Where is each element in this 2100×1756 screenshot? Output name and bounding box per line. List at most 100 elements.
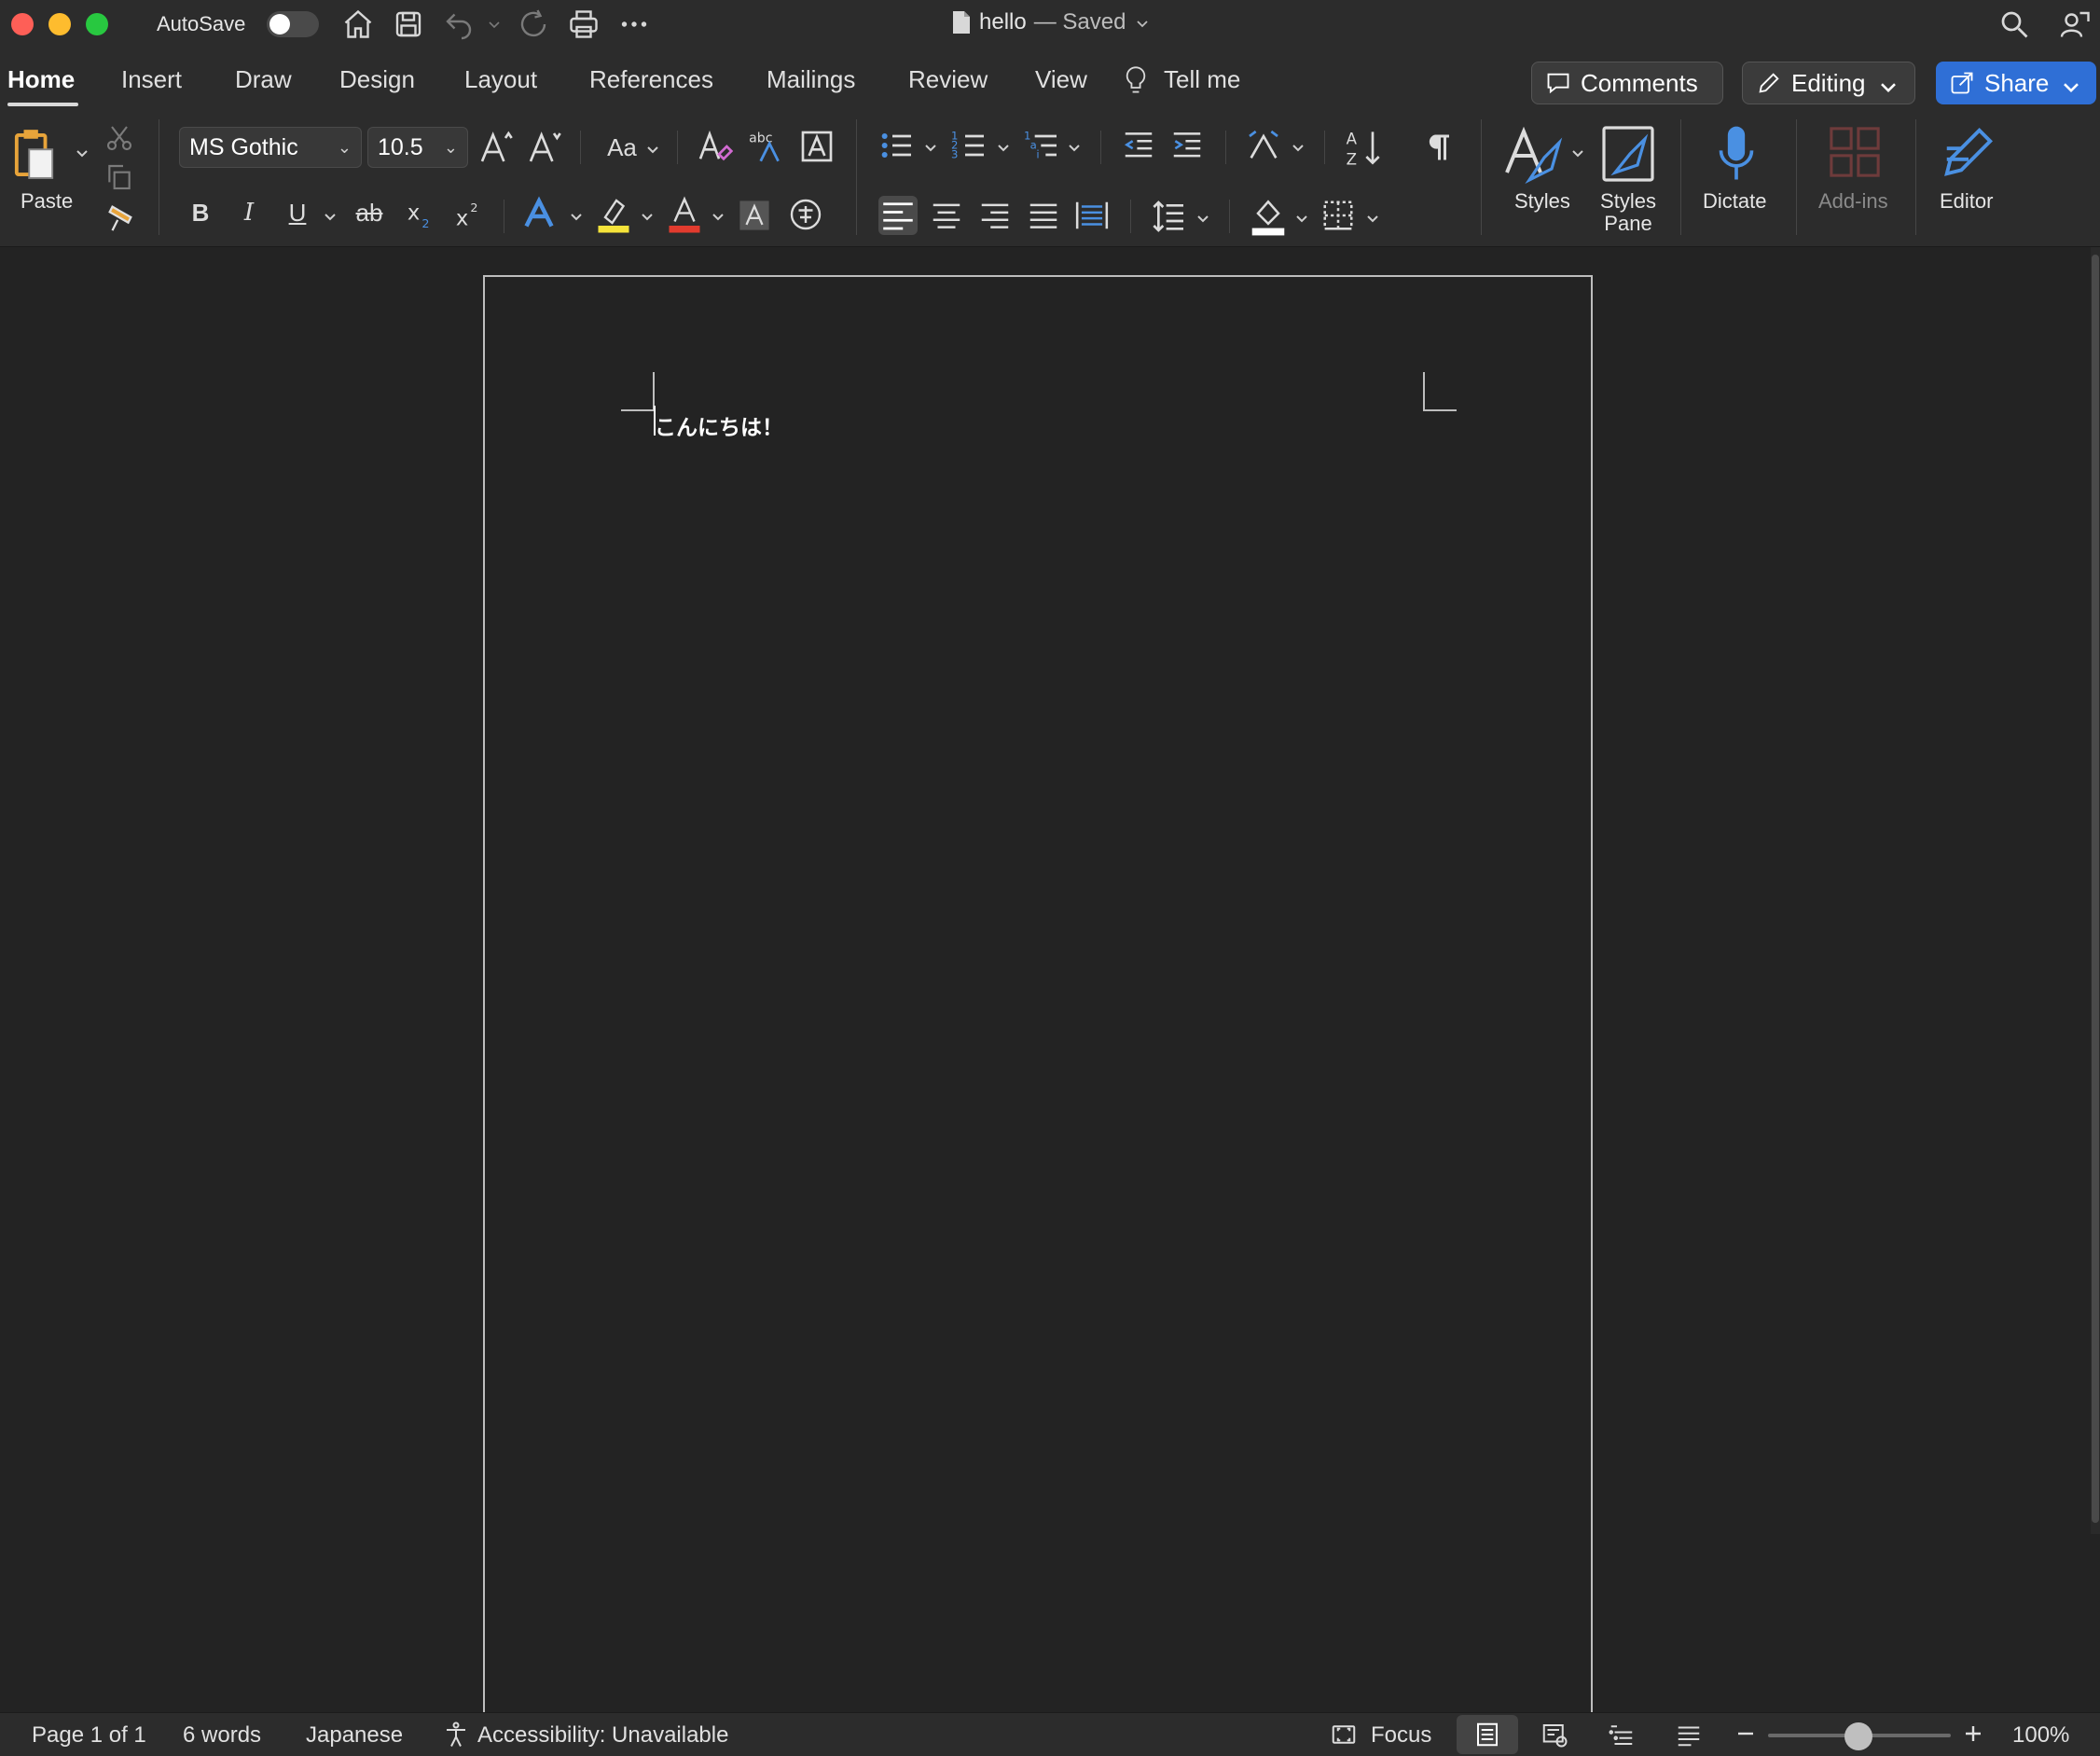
- line-spacing-icon[interactable]: [1151, 198, 1188, 235]
- decrease-indent-icon[interactable]: [1121, 127, 1156, 164]
- character-border-icon[interactable]: [798, 127, 836, 166]
- multilevel-chevron-down-icon[interactable]: [1065, 138, 1084, 157]
- microphone-icon[interactable]: [1716, 121, 1757, 187]
- document-canvas[interactable]: こんにちは！: [0, 247, 2100, 1730]
- comments-button[interactable]: Comments: [1531, 62, 1723, 104]
- change-case-button[interactable]: Aa: [601, 131, 643, 164]
- bullets-icon[interactable]: [878, 127, 916, 164]
- font-size-dropdown[interactable]: 10.5 ⌄: [367, 127, 468, 168]
- numbering-chevron-down-icon[interactable]: [994, 138, 1013, 157]
- save-icon[interactable]: [392, 7, 425, 41]
- highlight-color-icon[interactable]: [597, 194, 630, 235]
- numbering-icon[interactable]: 123: [951, 127, 988, 164]
- zoom-percentage[interactable]: 100%: [2012, 1722, 2069, 1749]
- add-ins-icon[interactable]: [1828, 125, 1882, 179]
- page-count[interactable]: Page 1 of 1: [32, 1722, 146, 1749]
- redo-icon[interactable]: [517, 7, 550, 41]
- decrease-font-size-icon[interactable]: [526, 129, 563, 166]
- accessibility-status[interactable]: Accessibility: Unavailable: [477, 1722, 728, 1749]
- cut-icon[interactable]: [104, 123, 134, 153]
- strikethrough-button[interactable]: ab: [351, 196, 388, 229]
- zoom-slider-knob[interactable]: [1844, 1722, 1872, 1750]
- home-icon[interactable]: [341, 7, 375, 41]
- distributed-icon[interactable]: [1074, 198, 1110, 233]
- clipboard-paste-icon[interactable]: [13, 127, 56, 183]
- search-icon[interactable]: [1997, 7, 2031, 41]
- zoom-out-icon[interactable]: [1734, 1722, 1757, 1745]
- increase-indent-icon[interactable]: [1169, 127, 1205, 164]
- tab-references[interactable]: References: [589, 65, 713, 94]
- asian-layout-chevron-down-icon[interactable]: [1289, 138, 1307, 157]
- change-case-chevron-down-icon[interactable]: [643, 140, 662, 159]
- web-layout-view-icon[interactable]: [1524, 1715, 1585, 1754]
- italic-button[interactable]: I: [235, 196, 263, 229]
- highlight-chevron-down-icon[interactable]: [638, 207, 656, 226]
- align-right-icon[interactable]: [977, 198, 1013, 233]
- styles-gallery-icon[interactable]: [1503, 123, 1563, 185]
- maximize-window-button[interactable]: [86, 13, 108, 35]
- format-painter-icon[interactable]: [104, 201, 136, 233]
- borders-chevron-down-icon[interactable]: [1363, 209, 1382, 228]
- tab-layout[interactable]: Layout: [464, 65, 537, 94]
- outline-view-icon[interactable]: [1591, 1715, 1652, 1754]
- autosave-toggle[interactable]: [267, 11, 319, 37]
- document-title[interactable]: hello — Saved: [951, 9, 1152, 35]
- font-color-icon[interactable]: [668, 194, 701, 235]
- tab-insert[interactable]: Insert: [121, 65, 182, 94]
- styles-chevron-down-icon[interactable]: [1568, 144, 1587, 162]
- line-spacing-chevron-down-icon[interactable]: [1194, 209, 1212, 228]
- editing-mode-button[interactable]: Editing: [1742, 62, 1915, 104]
- justify-icon[interactable]: [1026, 198, 1061, 233]
- tab-home[interactable]: Home: [7, 65, 75, 94]
- print-layout-view-icon[interactable]: [1457, 1715, 1518, 1754]
- close-window-button[interactable]: [11, 13, 34, 35]
- multilevel-list-icon[interactable]: 1ai: [1024, 127, 1061, 164]
- font-name-dropdown[interactable]: MS Gothic ⌄: [179, 127, 362, 168]
- tab-design[interactable]: Design: [339, 65, 415, 94]
- copy-icon[interactable]: [104, 162, 134, 192]
- align-left-icon[interactable]: [878, 196, 918, 235]
- tab-tell-me[interactable]: Tell me: [1164, 65, 1240, 94]
- document-body-text[interactable]: こんにちは！: [655, 409, 783, 441]
- sort-icon[interactable]: AZ: [1345, 127, 1382, 168]
- align-center-icon[interactable]: [929, 198, 964, 233]
- bold-button[interactable]: B: [187, 196, 214, 229]
- tab-draw[interactable]: Draw: [235, 65, 292, 94]
- character-shading-icon[interactable]: [739, 200, 770, 231]
- tab-view[interactable]: View: [1035, 65, 1087, 94]
- enclose-characters-icon[interactable]: [789, 198, 822, 231]
- draft-view-icon[interactable]: [1658, 1715, 1720, 1754]
- tab-mailings[interactable]: Mailings: [767, 65, 855, 94]
- share-button[interactable]: Share: [1936, 62, 2096, 104]
- superscript-icon[interactable]: x2: [453, 196, 485, 233]
- bullets-chevron-down-icon[interactable]: [921, 138, 940, 157]
- shading-icon[interactable]: [1250, 196, 1287, 237]
- vertical-scrollbar[interactable]: [2091, 247, 2100, 1534]
- paste-chevron-down-icon[interactable]: [73, 144, 91, 162]
- undo-icon[interactable]: [442, 7, 476, 41]
- focus-mode-button[interactable]: Focus: [1371, 1722, 1431, 1749]
- asian-layout-icon[interactable]: [1244, 127, 1283, 164]
- account-share-icon[interactable]: [2059, 7, 2093, 41]
- vertical-scrollbar-thumb[interactable]: [2092, 255, 2099, 1523]
- shading-chevron-down-icon[interactable]: [1292, 209, 1311, 228]
- underline-chevron-down-icon[interactable]: [321, 207, 339, 226]
- underline-button[interactable]: U: [283, 196, 311, 229]
- increase-font-size-icon[interactable]: [477, 129, 515, 166]
- styles-pane-icon[interactable]: [1600, 123, 1656, 185]
- undo-dropdown-chevron-icon[interactable]: [483, 7, 505, 41]
- show-formatting-marks-icon[interactable]: [1421, 129, 1455, 166]
- subscript-icon[interactable]: x2: [405, 196, 436, 233]
- borders-icon[interactable]: [1320, 198, 1356, 233]
- minimize-window-button[interactable]: [48, 13, 71, 35]
- text-effects-abc-icon[interactable]: abc: [746, 127, 787, 166]
- more-options-icon[interactable]: [617, 7, 651, 41]
- word-count[interactable]: 6 words: [183, 1722, 261, 1749]
- zoom-in-icon[interactable]: [1962, 1722, 1984, 1745]
- text-effects-chevron-down-icon[interactable]: [567, 207, 586, 226]
- text-effects-icon[interactable]: [522, 194, 556, 233]
- clear-formatting-icon[interactable]: [696, 127, 733, 166]
- font-color-chevron-down-icon[interactable]: [709, 207, 727, 226]
- editor-pen-icon[interactable]: [1940, 121, 1997, 183]
- tab-review[interactable]: Review: [908, 65, 988, 94]
